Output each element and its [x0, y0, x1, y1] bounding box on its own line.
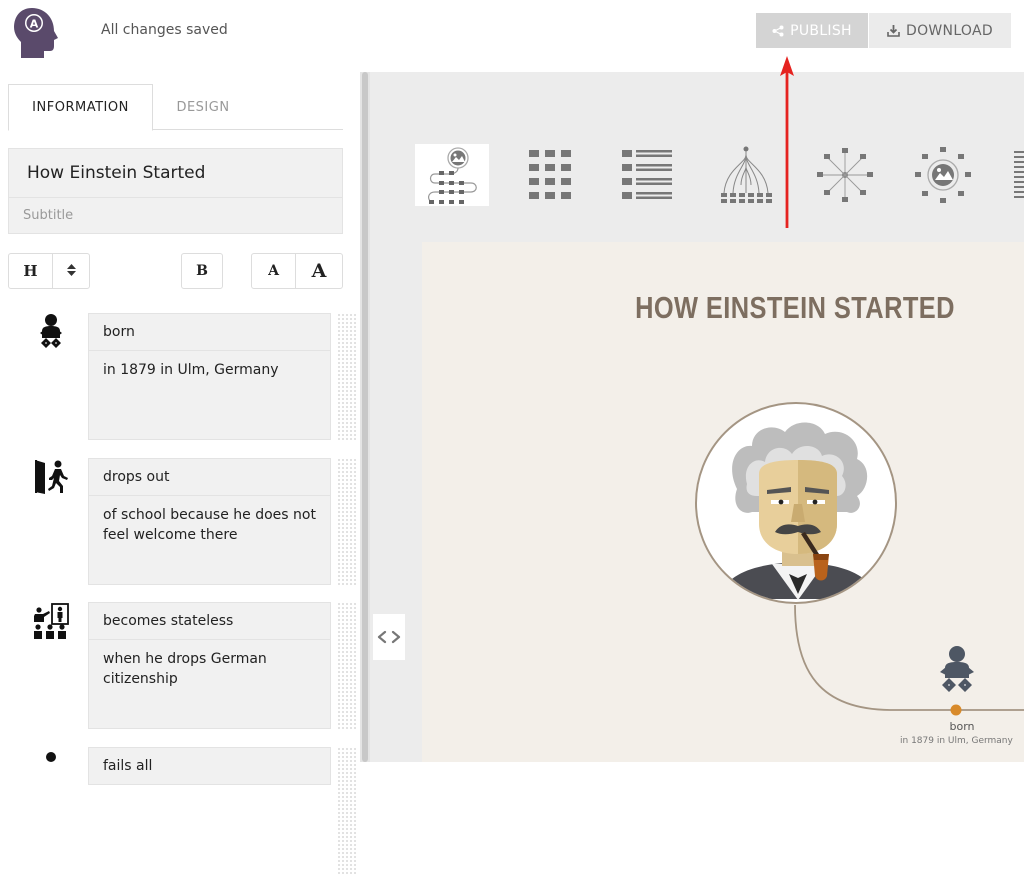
- collapse-panel-button[interactable]: [373, 614, 405, 660]
- template-timeline-winding[interactable]: [415, 144, 489, 206]
- list-item: fails all: [0, 747, 360, 875]
- exit-door-icon[interactable]: [28, 458, 74, 502]
- panel-tabs: INFORMATION DESIGN: [8, 84, 343, 131]
- template-list[interactable]: [610, 144, 684, 206]
- subtitle-input[interactable]: Subtitle: [8, 198, 343, 234]
- app-logo-icon[interactable]: A: [12, 6, 62, 60]
- winding-timeline-icon: [428, 147, 477, 204]
- template-grid[interactable]: [512, 144, 586, 206]
- top-bar: A All changes saved PUBLISH DOWNLOAD: [0, 0, 1024, 72]
- list-item: drops out of school because he does not …: [0, 458, 360, 586]
- drag-handle[interactable]: [337, 313, 357, 440]
- drag-handle[interactable]: [337, 602, 357, 729]
- template-radial-image[interactable]: [906, 144, 980, 206]
- code-brackets-icon: [377, 630, 401, 644]
- entry-label-input[interactable]: born: [88, 313, 331, 351]
- infographic-canvas[interactable]: HOW EINSTEIN STARTED born in 1879 in Ulm…: [422, 242, 1024, 762]
- entry-description-input[interactable]: in 1879 in Ulm, Germany: [88, 350, 331, 440]
- publish-label: PUBLISH: [790, 22, 852, 39]
- editor-panel: INFORMATION DESIGN How Einstein Started …: [0, 72, 360, 874]
- drag-handle[interactable]: [337, 458, 357, 585]
- entry-label-input[interactable]: fails all: [88, 747, 331, 785]
- download-icon: [887, 25, 900, 37]
- tab-information[interactable]: INFORMATION: [8, 84, 153, 131]
- baby-icon[interactable]: [28, 313, 74, 357]
- publish-button[interactable]: PUBLISH: [756, 13, 868, 48]
- up-down-icon: [53, 263, 89, 279]
- list-lines-icon: [1014, 151, 1024, 198]
- list-icon: [622, 150, 672, 199]
- bold-button[interactable]: B: [181, 253, 223, 289]
- entry-description-input[interactable]: of school because he does not feel welco…: [88, 495, 331, 585]
- share-icon: [772, 25, 784, 36]
- timeline-item-label[interactable]: born: [942, 720, 982, 733]
- einstein-portrait[interactable]: [695, 402, 897, 604]
- tree-icon: [721, 146, 772, 203]
- radial-icon: [817, 148, 873, 202]
- baby-icon[interactable]: [937, 644, 977, 698]
- person-icon[interactable]: [28, 747, 74, 791]
- svg-text:A: A: [30, 18, 39, 31]
- drag-handle[interactable]: [337, 747, 357, 874]
- save-status: All changes saved: [101, 22, 228, 38]
- scrollbar-thumb[interactable]: [362, 72, 368, 762]
- heading-select-value: H: [9, 254, 53, 288]
- annotation-arrow-icon: [780, 56, 794, 228]
- download-label: DOWNLOAD: [906, 22, 993, 39]
- entry-label-input[interactable]: becomes stateless: [88, 602, 331, 640]
- download-button[interactable]: DOWNLOAD: [869, 13, 1011, 48]
- template-radial[interactable]: [808, 144, 882, 206]
- entry-description-input[interactable]: when he drops German citizenship: [88, 639, 331, 729]
- panel-scrollbar[interactable]: [360, 72, 370, 762]
- list-item: born in 1879 in Ulm, Germany: [0, 313, 360, 441]
- title-input[interactable]: How Einstein Started: [8, 148, 343, 198]
- template-more[interactable]: [1004, 144, 1024, 206]
- tab-design[interactable]: DESIGN: [153, 84, 253, 130]
- increase-font-button[interactable]: A: [295, 253, 343, 289]
- entry-label-input[interactable]: drops out: [88, 458, 331, 496]
- radial-image-icon: [915, 147, 971, 203]
- decrease-font-button[interactable]: A: [251, 253, 296, 289]
- heading-select[interactable]: H: [8, 253, 90, 289]
- template-tree[interactable]: [709, 144, 783, 206]
- timeline-item-description[interactable]: in 1879 in Ulm, Germany: [900, 736, 1013, 746]
- list-item: becomes stateless when he drops German c…: [0, 602, 360, 730]
- grid-icon: [529, 150, 571, 199]
- classroom-icon[interactable]: [28, 602, 74, 646]
